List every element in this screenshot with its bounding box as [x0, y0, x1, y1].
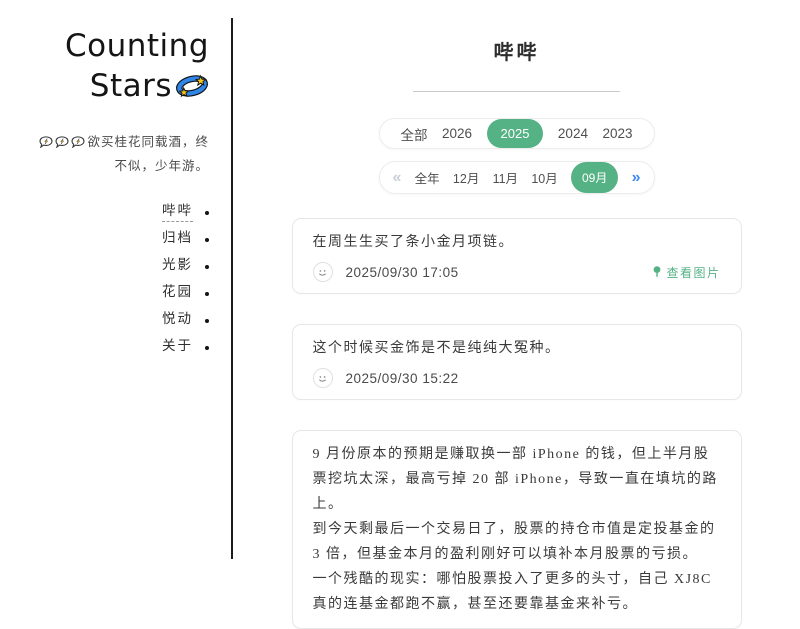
sidebar-item-label: 花园 [162, 284, 193, 299]
speech-bubble-lightning-icon [71, 136, 85, 148]
main-content: 哔哔 全部 2026 2025 2024 2023 « 全年 12月 11月 1… [233, 0, 800, 629]
bullet-dot [205, 292, 209, 296]
smiley-icon [312, 262, 333, 282]
sidebar-item-bibi[interactable]: 哔哔 [162, 204, 209, 222]
sidebar-item-label: 光影 [162, 257, 193, 272]
memo-footer: 2025/09/30 15:22 [312, 368, 721, 388]
memo-text: 9 月份原本的预期是赚取换一部 iPhone 的钱，但上半月股票挖坑太深，最高亏… [312, 447, 718, 612]
motto-line1: 欲买桂花同载酒，终 [87, 135, 209, 149]
year-tab-all[interactable]: 全部 [401, 124, 428, 144]
bullet-dot [205, 265, 209, 269]
month-filter-bar: « 全年 12月 11月 10月 09月 » [378, 161, 655, 194]
page: Counting Stars 欲买桂花同载酒，终 不似，少年游。 哔哔 归档 光… [0, 0, 800, 629]
memo-card: 在周生生买了条小金月项链。 2025/09/30 17:05 查看图片 [291, 218, 742, 294]
memo-timestamp: 2025/09/30 15:22 [345, 370, 459, 386]
prev-months-button[interactable]: « [393, 169, 402, 186]
sidebar-item-archive[interactable]: 归档 [162, 231, 209, 249]
site-title-link[interactable]: Counting Stars [65, 26, 209, 106]
page-title: 哔哔 [493, 42, 540, 64]
speech-bubble-lightning-icon [55, 136, 69, 148]
title-divider [413, 91, 620, 92]
sidebar-motto: 欲买桂花同载酒，终 不似，少年游。 [39, 130, 209, 178]
image-pin-icon [654, 266, 661, 277]
next-months-button[interactable]: » [632, 169, 641, 186]
site-title-line2: Stars [89, 68, 172, 104]
year-tab-2024[interactable]: 2024 [558, 126, 588, 141]
sidebar-item-label: 归档 [162, 230, 193, 245]
year-tab-2023[interactable]: 2023 [602, 126, 632, 141]
year-tab-2026[interactable]: 2026 [442, 126, 472, 141]
memo-card: 这个时候买金饰是不是纯纯大冤种。 2025/09/30 15:22 [291, 324, 742, 400]
memo-text: 这个时候买金饰是不是纯纯大冤种。 [312, 341, 561, 356]
sidebar-item-label: 哔哔 [162, 204, 193, 222]
site-title-line1: Counting [65, 28, 209, 64]
bullet-dot [205, 319, 209, 323]
month-tab-all-year[interactable]: 全年 [415, 168, 440, 187]
year-filter-bar: 全部 2026 2025 2024 2023 [378, 118, 655, 149]
dizzy-star-icon [176, 74, 208, 98]
bullet-dot [205, 238, 209, 242]
sidebar-nav: 哔哔 归档 光影 花园 悦动 关于 [162, 204, 209, 357]
memo-text: 在周生生买了条小金月项链。 [312, 235, 514, 250]
memo-footer: 2025/09/30 17:05 查看图片 [312, 262, 721, 282]
month-tab-12[interactable]: 12月 [453, 168, 479, 187]
view-image-label: 查看图片 [666, 265, 721, 280]
sidebar-item-activity[interactable]: 悦动 [162, 312, 209, 330]
memo-timestamp: 2025/09/30 17:05 [345, 264, 459, 280]
year-tab-2025-selected[interactable]: 2025 [486, 119, 544, 148]
sidebar-item-label: 悦动 [162, 311, 193, 326]
smiley-icon [312, 368, 333, 388]
memo-list: 在周生生买了条小金月项链。 2025/09/30 17:05 查看图片 这个时候… [291, 218, 742, 629]
memo-card: 9 月份原本的预期是赚取换一部 iPhone 的钱，但上半月股票挖坑太深，最高亏… [291, 430, 742, 629]
speech-bubble-lightning-icon [39, 136, 53, 148]
view-image-link[interactable]: 查看图片 [653, 264, 720, 281]
month-tab-11[interactable]: 11月 [493, 168, 518, 187]
sidebar-item-about[interactable]: 关于 [162, 339, 209, 357]
motto-line2: 不似，少年游。 [114, 159, 209, 173]
sidebar-item-garden[interactable]: 花园 [162, 285, 209, 303]
bullet-dot [205, 346, 209, 350]
sidebar: Counting Stars 欲买桂花同载酒，终 不似，少年游。 哔哔 归档 光… [0, 0, 233, 559]
month-tab-10[interactable]: 10月 [531, 168, 557, 187]
bullet-dot [205, 211, 209, 215]
sidebar-item-photos[interactable]: 光影 [162, 258, 209, 276]
sidebar-item-label: 关于 [162, 338, 193, 353]
month-tab-09-selected[interactable]: 09月 [570, 162, 619, 193]
